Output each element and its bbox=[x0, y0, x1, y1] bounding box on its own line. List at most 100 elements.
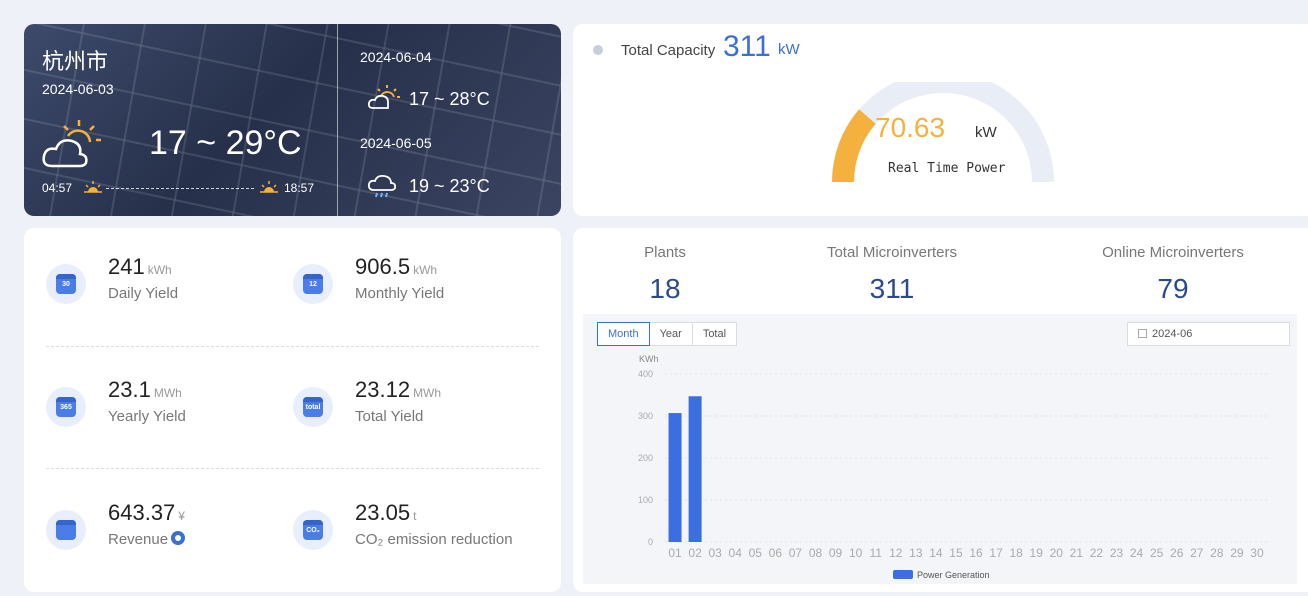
sunrise-time: 04:57 bbox=[42, 181, 73, 195]
total-microinverters-value: 311 bbox=[869, 273, 915, 304]
weather-card: 杭州市 2024-06-03 17 ~ 29°C 04:57 18:57 202… bbox=[24, 24, 561, 216]
yearly-yield-label: Yearly Yield bbox=[108, 408, 186, 425]
gear-icon[interactable] bbox=[171, 531, 186, 545]
y-tick-label: 100 bbox=[638, 495, 653, 505]
revenue-value: 643.37 ¥ bbox=[108, 500, 185, 525]
revenue: 643.37 ¥ Revenue bbox=[46, 500, 286, 580]
forecast-temp-1: 17 ~ 28°C bbox=[409, 89, 490, 109]
date-picker[interactable]: 2024-06 bbox=[1127, 322, 1290, 346]
total-microinverters-stat: Total Microinverters 311 bbox=[792, 244, 992, 305]
x-tick-label: 12 bbox=[889, 546, 903, 560]
x-tick-label: 11 bbox=[869, 546, 882, 560]
daily-yield: 30 241 kWh Daily Yield bbox=[46, 254, 286, 334]
forecast-date-2: 2024-06-05 bbox=[360, 135, 432, 151]
divider bbox=[46, 346, 539, 347]
calendar-total-icon: total bbox=[293, 387, 333, 427]
x-tick-label: 20 bbox=[1050, 546, 1064, 560]
real-time-power-value: 70.63 bbox=[875, 112, 946, 143]
x-tick-label: 07 bbox=[789, 546, 803, 560]
x-tick-label: 24 bbox=[1130, 546, 1144, 560]
legend-swatch bbox=[893, 570, 913, 579]
yearly-yield: 365 23.1 MWh Yearly Yield bbox=[46, 377, 286, 457]
revenue-label: Revenue bbox=[108, 531, 186, 548]
co2-cloud-icon: CO₂ bbox=[293, 510, 333, 550]
sunset-time: 18:57 bbox=[283, 181, 314, 195]
daylight-line bbox=[106, 188, 254, 189]
plants-label: Plants bbox=[644, 244, 686, 261]
x-tick-label: 19 bbox=[1030, 546, 1044, 560]
tab-month[interactable]: Month bbox=[597, 322, 650, 346]
yield-summary-card: 30 241 kWh Daily Yield 12 906.5 kWh Monthl… bbox=[24, 228, 561, 592]
period-tabs: Month Year Total bbox=[597, 322, 738, 346]
calendar-365-icon: 365 bbox=[46, 387, 86, 427]
tab-total[interactable]: Total bbox=[691, 322, 738, 346]
x-tick-label: 05 bbox=[749, 546, 763, 560]
co2-reduction: CO₂ 23.05 t CO₂ emission reduction bbox=[293, 500, 533, 580]
capacity-card: Total Capacity 311 kW 70.63 kW Real Time… bbox=[573, 24, 1308, 216]
total-microinverters-label: Total Microinverters bbox=[826, 244, 958, 261]
monthly-yield-label: Monthly Yield bbox=[355, 285, 445, 302]
co2-reduction-value: 23.05 t bbox=[355, 500, 417, 525]
daily-yield-value: 241 kWh bbox=[108, 254, 172, 279]
daily-yield-label: Daily Yield bbox=[108, 285, 179, 302]
divider bbox=[46, 468, 539, 469]
revenue-icon bbox=[46, 510, 86, 550]
gauge-fill bbox=[832, 109, 876, 183]
y-tick-label: 200 bbox=[638, 453, 653, 463]
x-tick-label: 10 bbox=[849, 546, 863, 560]
total-yield-label: Total Yield bbox=[355, 408, 424, 425]
online-microinverters-label: Online Microinverters bbox=[1102, 244, 1244, 261]
x-tick-label: 25 bbox=[1150, 546, 1164, 560]
forecast-temp-2: 19 ~ 23°C bbox=[409, 176, 490, 196]
online-microinverters-stat: Online Microinverters 79 bbox=[1083, 244, 1263, 305]
status-dot bbox=[593, 45, 603, 55]
plants-stat: Plants 18 bbox=[615, 244, 715, 305]
x-tick-label: 27 bbox=[1190, 546, 1204, 560]
yearly-yield-value: 23.1 MWh bbox=[108, 377, 182, 402]
date-picker-value: 2024-06 bbox=[1152, 328, 1193, 340]
calendar-30-icon: 30 bbox=[46, 264, 86, 304]
y-axis-label: KWh bbox=[639, 354, 659, 364]
stats-card: Plants 18 Total Microinverters 311 Onlin… bbox=[573, 228, 1308, 592]
x-tick-label: 30 bbox=[1250, 546, 1264, 560]
calendar-12-icon: 12 bbox=[293, 264, 333, 304]
sun-times: 04:57 18:57 bbox=[42, 180, 332, 198]
today-date: 2024-06-03 bbox=[42, 81, 114, 97]
x-tick-label: 09 bbox=[829, 546, 843, 560]
cloud-rain-icon bbox=[367, 172, 401, 205]
x-tick-label: 04 bbox=[729, 546, 743, 560]
real-time-power-unit: kW bbox=[975, 124, 997, 141]
weather-divider bbox=[337, 24, 338, 216]
x-tick-label: 21 bbox=[1070, 546, 1084, 560]
city-name: 杭州市 bbox=[42, 49, 109, 74]
x-tick-label: 08 bbox=[809, 546, 823, 560]
x-tick-label: 02 bbox=[688, 546, 702, 560]
bar-01 bbox=[668, 413, 682, 542]
x-tick-label: 22 bbox=[1090, 546, 1104, 560]
x-tick-label: 23 bbox=[1110, 546, 1124, 560]
monthly-yield-value: 906.5 kWh bbox=[355, 254, 438, 279]
sun-cloud-icon bbox=[367, 84, 401, 117]
x-tick-label: 01 bbox=[668, 546, 682, 560]
calendar-icon bbox=[1138, 329, 1147, 338]
x-tick-label: 17 bbox=[989, 546, 1003, 560]
tab-year[interactable]: Year bbox=[648, 322, 693, 346]
x-tick-label: 29 bbox=[1230, 546, 1244, 560]
y-tick-label: 300 bbox=[638, 411, 653, 421]
power-generation-chart: KWh 0 100 200 300 400 01 02 03 04 05 06 07 08 09 10 11 12… bbox=[583, 314, 1297, 584]
total-capacity-unit: kW bbox=[778, 41, 800, 58]
online-microinverters-value: 79 bbox=[1157, 273, 1189, 304]
total-yield-value: 23.12 MWh bbox=[355, 377, 442, 402]
y-tick-label: 0 bbox=[648, 537, 653, 547]
total-yield: total 23.12 MWh Total Yield bbox=[293, 377, 533, 457]
real-time-power-label: Real Time Power bbox=[888, 161, 1006, 176]
monthly-yield: 12 906.5 kWh Monthly Yield bbox=[293, 254, 533, 334]
total-capacity-label: Total Capacity bbox=[621, 42, 716, 59]
bar-chart: KWh 0 100 200 300 400 01 02 03 04 05 06 07 08 09 10 11 12… bbox=[638, 354, 1267, 580]
x-tick-label: 14 bbox=[929, 546, 943, 560]
today-temperature: 17 ~ 29°C bbox=[149, 124, 302, 162]
y-tick-label: 400 bbox=[638, 369, 653, 379]
x-tick-label: 15 bbox=[949, 546, 963, 560]
sunrise-icon bbox=[84, 180, 102, 199]
x-tick-label: 06 bbox=[769, 546, 783, 560]
